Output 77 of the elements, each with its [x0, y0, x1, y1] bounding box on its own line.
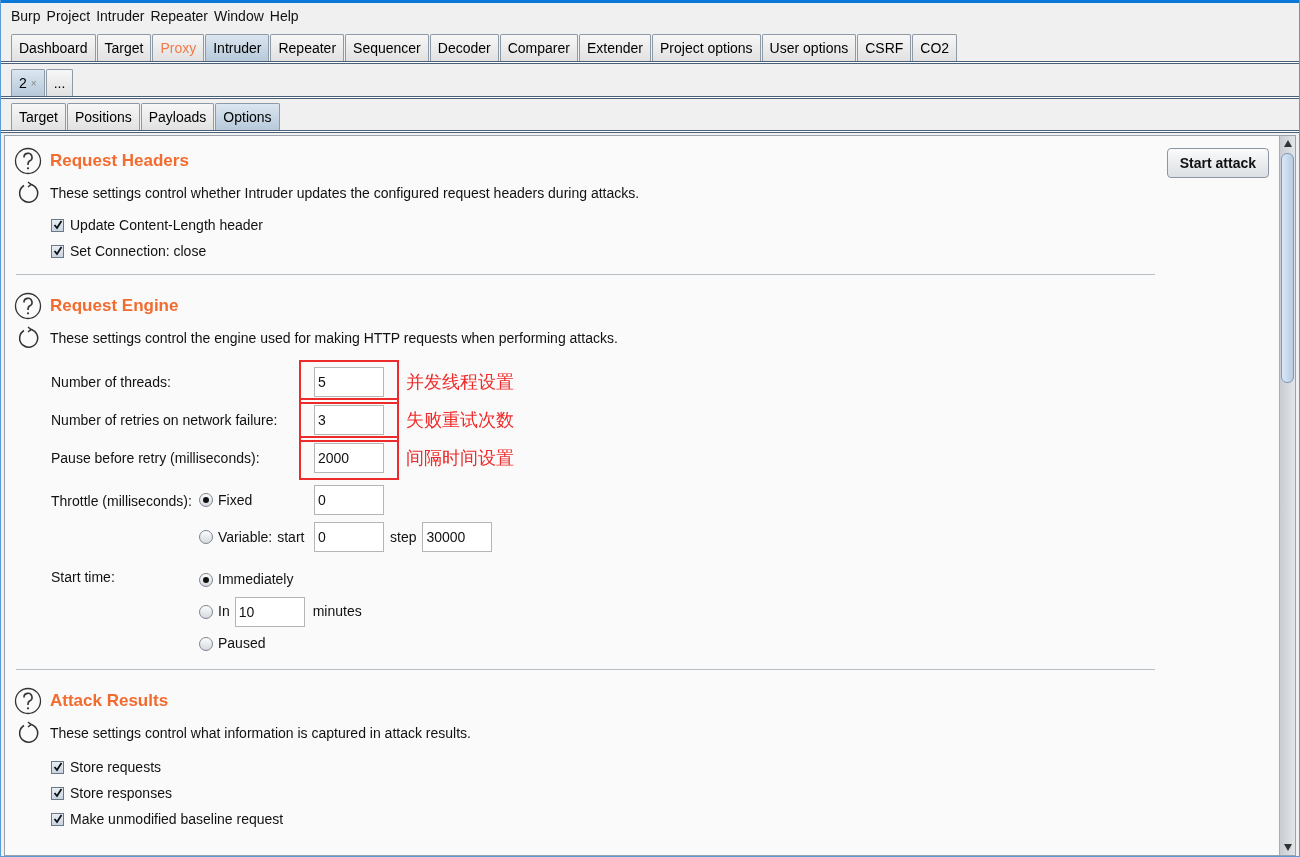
tab[interactable]: Target [11, 103, 66, 130]
tab[interactable]: Positions [66, 103, 140, 130]
help-icon[interactable] [14, 147, 42, 175]
radio-button[interactable] [199, 572, 213, 587]
radio-label: Paused [218, 634, 266, 653]
field-label: start [277, 527, 305, 547]
radio-label: Fixed [218, 490, 253, 510]
section-title: Request Engine [50, 295, 179, 318]
checkbox[interactable] [51, 812, 64, 826]
tab[interactable]: ... [45, 69, 74, 96]
checkbox-label: Store requests [70, 757, 162, 777]
tab[interactable]: CO2 [912, 34, 958, 61]
tab[interactable]: Decoder [429, 34, 499, 61]
radio-label: Variable: [218, 527, 273, 547]
refresh-icon[interactable] [16, 721, 40, 745]
checkbox[interactable] [51, 760, 64, 774]
field-label: Pause before retry (milliseconds): [51, 448, 261, 468]
section-title: Request Headers [50, 150, 189, 173]
refresh-icon[interactable] [16, 181, 40, 205]
section-description: These settings control whether Intruder updates the configured request headers during attacks. [50, 183, 640, 203]
tab[interactable]: Target [96, 34, 152, 61]
tab[interactable]: Payloads [140, 103, 215, 130]
menu-item[interactable]: Burp [11, 6, 41, 27]
checkbox-label: Make unmodified baseline request [70, 809, 284, 829]
checkbox-label: Update Content-Length header [70, 215, 264, 235]
field-label: minutes [312, 602, 362, 621]
checkbox[interactable] [51, 786, 64, 800]
tab[interactable]: CSRF [857, 34, 912, 61]
input-field[interactable]: 30000 [422, 522, 493, 552]
radio-button[interactable] [199, 604, 213, 619]
scroll-down-icon[interactable] [1283, 844, 1292, 851]
scroll-up-icon[interactable] [1283, 140, 1292, 147]
start-attack-button[interactable]: Start attack [1166, 148, 1269, 178]
tab[interactable]: Dashboard [11, 34, 96, 61]
radio-label: In [218, 602, 230, 621]
checkbox-label: Store responses [70, 783, 172, 803]
section-description: These settings control the engine used for making HTTP requests when performing attacks. [50, 328, 618, 348]
refresh-icon[interactable] [16, 326, 40, 350]
tab[interactable]: Intruder [205, 34, 270, 61]
menu-item[interactable]: Project [46, 6, 91, 27]
help-icon[interactable] [14, 292, 42, 320]
annotation-text: 并发线程设置 [406, 370, 514, 394]
tab[interactable]: User options [761, 34, 857, 61]
radio-button[interactable] [199, 636, 213, 651]
field-label: Throttle (milliseconds): [51, 492, 193, 511]
section-title: Attack Results [50, 690, 169, 713]
tab[interactable]: Extender [578, 34, 651, 61]
tab[interactable]: Options [215, 103, 280, 130]
input-field[interactable]: 10 [234, 596, 305, 627]
radio-label: Immediately [218, 570, 294, 589]
menu-item[interactable]: Help [269, 6, 299, 27]
annotation-text: 间隔时间设置 [406, 446, 514, 470]
field-label: Number of retries on network failure: [51, 410, 279, 430]
menu-item[interactable]: Window [214, 6, 264, 27]
annotation-text: 失败重试次数 [406, 408, 514, 432]
field-label: Number of threads: [51, 372, 172, 392]
checkbox-label: Set Connection: close [70, 241, 207, 261]
input-field[interactable]: 5 [314, 367, 384, 397]
input-field[interactable]: 2000 [314, 443, 384, 473]
field-label: Start time: [51, 568, 116, 587]
input-field[interactable]: 3 [314, 405, 384, 435]
menu-item[interactable]: Intruder [96, 6, 145, 27]
tab[interactable]: Sequencer [345, 34, 429, 61]
tab[interactable]: Comparer [499, 34, 578, 61]
tab[interactable]: Repeater [270, 34, 345, 61]
radio-button[interactable] [199, 493, 213, 507]
input-field[interactable]: 0 [314, 522, 384, 552]
tab[interactable]: 2 × [11, 69, 45, 96]
input-field[interactable]: 0 [314, 485, 384, 515]
help-icon[interactable] [14, 687, 42, 715]
checkbox[interactable] [51, 244, 64, 258]
radio-button[interactable] [199, 530, 213, 544]
tab[interactable]: Project options [652, 34, 761, 61]
checkbox[interactable] [51, 218, 64, 232]
section-description: These settings control what information is captured in attack results. [50, 723, 471, 743]
menu-item[interactable]: Repeater [150, 6, 208, 27]
field-label: step [390, 527, 417, 547]
